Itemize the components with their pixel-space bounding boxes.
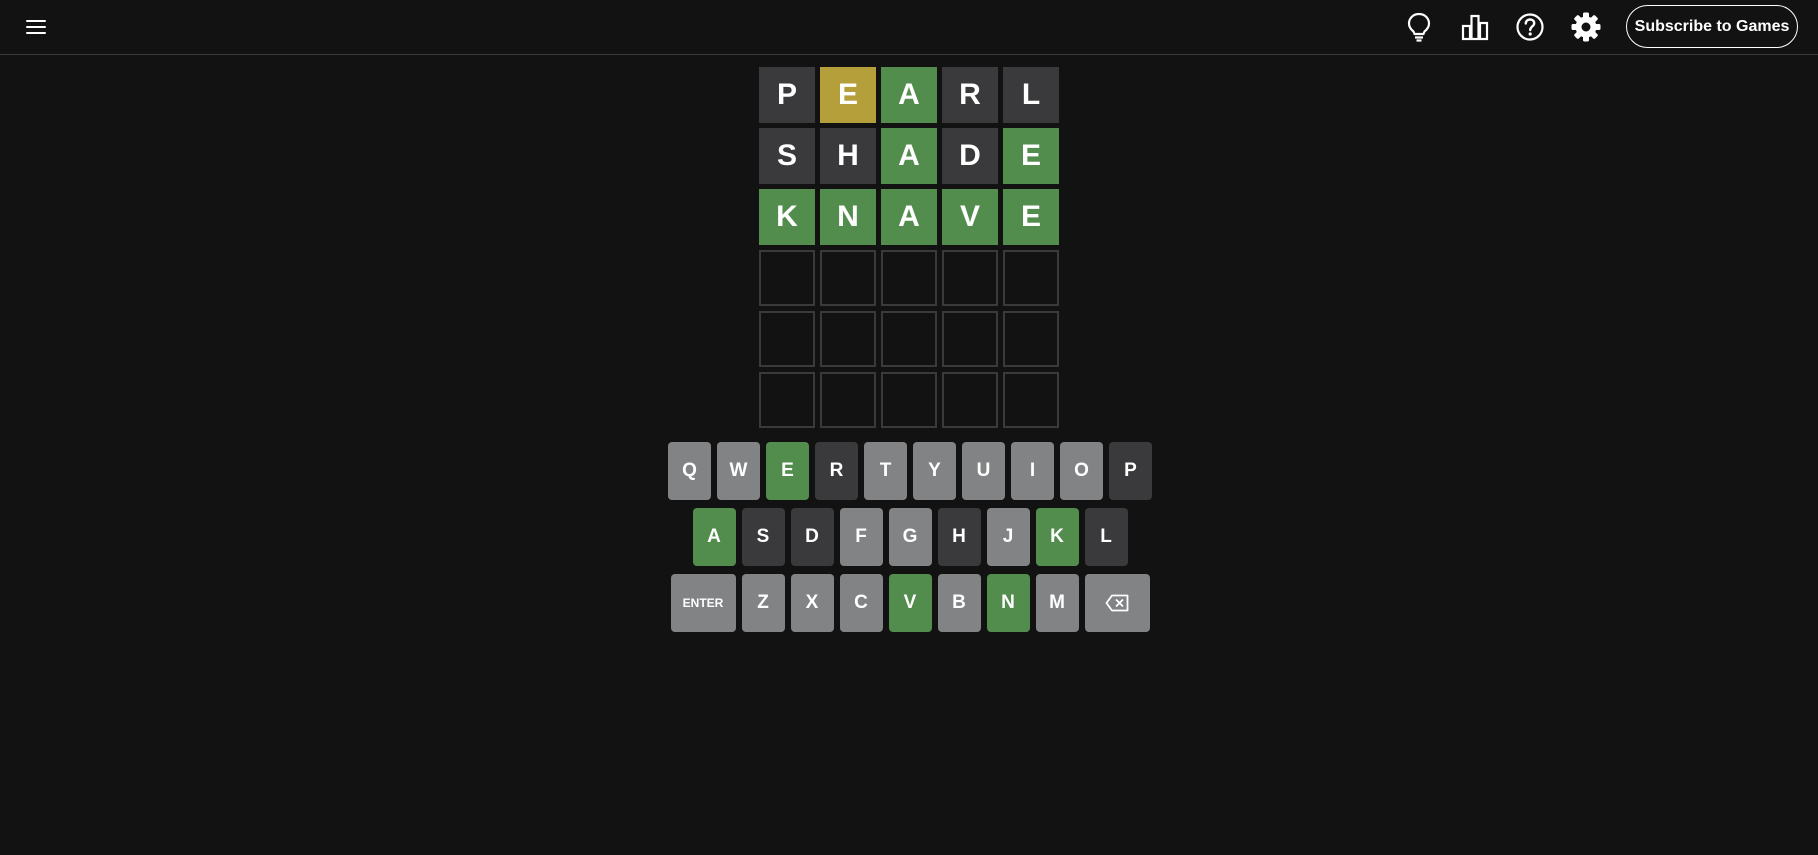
- board-tile-r4-c4: [942, 250, 998, 306]
- key-enter[interactable]: ENTER: [670, 574, 736, 632]
- key-a[interactable]: A: [692, 508, 736, 566]
- board-tile-r5-c4: [942, 311, 998, 367]
- key-q[interactable]: Q: [668, 442, 711, 500]
- board-tile-r3-c5: E: [1003, 189, 1059, 245]
- top-header: Subscribe to Games: [0, 0, 1818, 55]
- help-question-icon[interactable]: [1513, 10, 1547, 44]
- board-tile-r3-c2: N: [820, 189, 876, 245]
- key-c[interactable]: C: [839, 574, 883, 632]
- board-tile-r4-c2: [820, 250, 876, 306]
- backspace-icon: [1105, 594, 1129, 612]
- keyboard-row-1: QWERTYUIOP: [668, 442, 1152, 500]
- board-tile-r6-c4: [942, 372, 998, 428]
- key-z[interactable]: Z: [741, 574, 785, 632]
- board-tile-r6-c1: [759, 372, 815, 428]
- board-tile-r1-c3: A: [881, 67, 937, 123]
- board-tile-r2-c4: D: [942, 128, 998, 184]
- key-v[interactable]: V: [888, 574, 932, 632]
- board-tile-r2-c3: A: [881, 128, 937, 184]
- on-screen-keyboard: Q W E R T Y U I O P A S D F G H J K L ENTER Z X C V B N M: [668, 442, 1152, 640]
- board-tile-r3-c4: V: [942, 189, 998, 245]
- board-tile-r6-c2: [820, 372, 876, 428]
- board-tile-r1-c2: E: [820, 67, 876, 123]
- key-x[interactable]: X: [790, 574, 834, 632]
- game-board: PEARLSHADEKNAVE: [759, 67, 1061, 428]
- board-tile-r1-c5: L: [1003, 67, 1059, 123]
- key-e[interactable]: E: [766, 442, 809, 500]
- board-tile-r4-c1: [759, 250, 815, 306]
- board-tile-r6-c5: [1003, 372, 1059, 428]
- keyboard-row-3: ENTER Z X C V B N M: [668, 574, 1152, 632]
- key-j[interactable]: J: [986, 508, 1030, 566]
- key-d[interactable]: D: [790, 508, 834, 566]
- key-t[interactable]: T: [864, 442, 907, 500]
- subscribe-button[interactable]: Subscribe to Games: [1626, 5, 1798, 48]
- key-r[interactable]: R: [815, 442, 858, 500]
- key-k[interactable]: K: [1035, 508, 1079, 566]
- board-tile-r3-c3: A: [881, 189, 937, 245]
- key-w[interactable]: W: [717, 442, 760, 500]
- backspace-key[interactable]: [1084, 574, 1150, 632]
- settings-gear-icon[interactable]: [1569, 10, 1603, 44]
- stats-bar-chart-icon[interactable]: [1458, 10, 1492, 44]
- board-tile-r1-c4: R: [942, 67, 998, 123]
- keyboard-row-2: ASDFGHJKL: [668, 508, 1152, 566]
- board-tile-r4-c5: [1003, 250, 1059, 306]
- lightbulb-icon[interactable]: [1402, 10, 1436, 44]
- board-tile-r2-c1: S: [759, 128, 815, 184]
- key-h[interactable]: H: [937, 508, 981, 566]
- key-y[interactable]: Y: [913, 442, 956, 500]
- key-l[interactable]: L: [1084, 508, 1128, 566]
- key-i[interactable]: I: [1011, 442, 1054, 500]
- key-m[interactable]: M: [1035, 574, 1079, 632]
- board-tile-r1-c1: P: [759, 67, 815, 123]
- key-g[interactable]: G: [888, 508, 932, 566]
- key-b[interactable]: B: [937, 574, 981, 632]
- key-n[interactable]: N: [986, 574, 1030, 632]
- board-tile-r5-c2: [820, 311, 876, 367]
- board-tile-r5-c5: [1003, 311, 1059, 367]
- board-tile-r4-c3: [881, 250, 937, 306]
- hamburger-menu-icon[interactable]: [20, 12, 52, 42]
- board-tile-r6-c3: [881, 372, 937, 428]
- key-u[interactable]: U: [962, 442, 1005, 500]
- key-p[interactable]: P: [1109, 442, 1152, 500]
- board-tile-r3-c1: K: [759, 189, 815, 245]
- board-tile-r5-c1: [759, 311, 815, 367]
- key-o[interactable]: O: [1060, 442, 1103, 500]
- key-f[interactable]: F: [839, 508, 883, 566]
- board-tile-r5-c3: [881, 311, 937, 367]
- board-tile-r2-c2: H: [820, 128, 876, 184]
- key-s[interactable]: S: [741, 508, 785, 566]
- board-tile-r2-c5: E: [1003, 128, 1059, 184]
